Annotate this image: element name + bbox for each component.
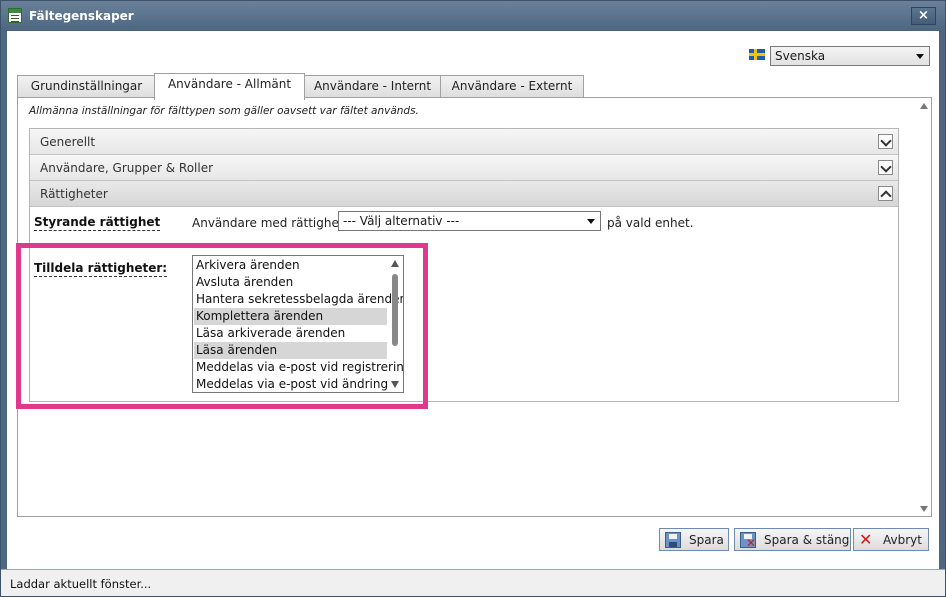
save-label: Spara [689, 533, 724, 547]
form-icon [8, 8, 22, 23]
section-label: Generellt [40, 135, 96, 149]
status-bar: Laddar aktuellt fönster... [1, 569, 945, 596]
tab-grundinstallningar[interactable]: Grundinställningar [17, 75, 156, 99]
controlling-right-select[interactable]: --- Välj alternativ --- [338, 211, 601, 231]
save-close-icon [740, 532, 756, 550]
highlight-box [16, 243, 428, 409]
dialog-window: Fältegenskaper × Svenska Grundinställnin… [0, 0, 946, 597]
cancel-x-icon: ✕ [859, 530, 873, 549]
close-icon: × [918, 8, 929, 23]
status-text: Laddar aktuellt fönster... [10, 577, 152, 591]
save-close-label: Spara & stäng [764, 533, 850, 547]
expand-icon[interactable] [878, 160, 893, 175]
controlling-right-value: --- Välj alternativ --- [343, 214, 460, 228]
section-generellt[interactable]: Generellt [30, 129, 898, 155]
title-bar[interactable]: Fältegenskaper × [1, 1, 945, 31]
sweden-flag-icon [749, 49, 765, 60]
chevron-down-icon [587, 219, 595, 224]
scroll-up-icon[interactable] [920, 103, 928, 109]
collapse-icon[interactable] [878, 186, 893, 201]
language-picker: Svenska [748, 46, 930, 66]
cancel-button[interactable]: ✕ Avbryt [853, 528, 929, 551]
section-label: Rättigheter [40, 187, 108, 201]
save-button[interactable]: Spara [659, 528, 729, 551]
controlling-right-suffix: på vald enhet. [607, 216, 694, 230]
section-label: Användare, Grupper & Roller [40, 161, 214, 175]
scroll-down-icon[interactable] [920, 506, 928, 512]
language-select[interactable]: Svenska [770, 46, 930, 66]
section-rattigheter[interactable]: Rättigheter [30, 181, 898, 207]
window-title: Fältegenskaper [29, 9, 134, 23]
controlling-right-prefix: Användare med rättigheten [192, 216, 359, 230]
section-anvandare-grupper-roller[interactable]: Användare, Grupper & Roller [30, 155, 898, 181]
tab-anvandare-internt[interactable]: Användare - Internt [303, 75, 442, 99]
tab-anvandare-allmant[interactable]: Användare - Allmänt [154, 73, 305, 100]
panel-description: Allmänna inställningar för fälttypen som… [29, 105, 419, 117]
tab-anvandare-externt[interactable]: Användare - Externt [440, 75, 584, 99]
floppy-disk-icon [665, 532, 681, 548]
save-close-button[interactable]: Spara & stäng [734, 528, 851, 551]
language-selected: Svenska [775, 49, 826, 63]
close-button[interactable]: × [911, 7, 936, 25]
chevron-down-icon [916, 54, 924, 59]
controlling-right-label: Styrande rättighet [34, 215, 161, 231]
expand-icon[interactable] [878, 134, 893, 149]
cancel-label: Avbryt [883, 533, 922, 547]
